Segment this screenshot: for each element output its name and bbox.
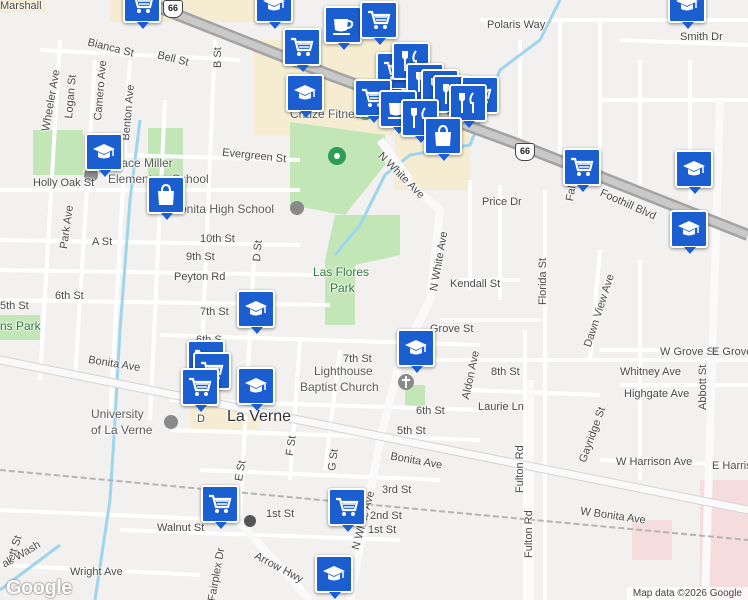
street-label: W Grove St [660,346,717,358]
street-label: Abbott St [697,364,709,410]
school-marker[interactable] [286,74,324,118]
school-marker[interactable] [675,150,713,194]
street-label: Laurie Ln [478,401,524,413]
park-marker-dot [334,153,340,159]
street-label: Highgate Ave [624,388,690,400]
street-label: Fulton Rd [523,510,535,558]
street-label: Walnut St [157,522,205,534]
street-label: Fulton Rd [514,445,526,493]
university-poi-icon[interactable] [164,415,178,429]
place-label-bonita-high-school[interactable]: Bonita High School [172,203,274,216]
shopping-cart-marker[interactable] [328,488,366,532]
school-poi-icon[interactable] [290,201,304,215]
street-label: Wright Ave [70,566,123,578]
school-marker[interactable] [315,555,353,599]
street-label: Holly Oak St [33,177,95,189]
street-label: 6th St [55,290,84,302]
street-label: F St [284,435,299,457]
google-logo[interactable]: Google [6,577,72,600]
train-station-icon[interactable] [244,515,256,527]
street-label: E Harris [712,460,748,472]
street-label: 8th St [491,366,520,378]
street-label: Whitney Ave [620,366,681,378]
street-label: W Harrison Ave [616,456,693,468]
street-label: 10th St [200,233,235,245]
street-label: 9th St [186,251,215,263]
street-label: E Grove [712,346,748,358]
school-marker[interactable] [397,329,435,373]
street-label: Polaris Way [487,19,546,31]
street-label: A St [92,236,113,248]
place-label-las-flores-park[interactable]: Las Flores [313,266,369,279]
street-label: 6th St [416,405,445,417]
street-label: 7th St [200,306,229,318]
street-label: Marshall [0,0,42,12]
place-label-university-line2[interactable]: of La Verne [91,424,152,437]
shopping-cart-marker[interactable] [201,485,239,529]
route-66-shield: 66 [163,0,183,18]
route-66-shield: 66 [515,143,535,161]
street-label: Peyton Rd [174,271,226,283]
school-marker[interactable] [670,210,708,254]
cafe-marker[interactable] [324,6,362,50]
place-label-lighthouse-line2[interactable]: Baptist Church [300,381,379,394]
school-marker[interactable] [255,0,293,29]
street-label: 2nd St [370,510,402,522]
place-label-las-flores-park-line2[interactable]: Park [330,282,355,295]
shopping-cart-marker[interactable] [181,368,219,412]
place-label-university[interactable]: University [91,408,144,421]
street-label: 3rd St [382,484,412,496]
street-label: Florida St [537,257,549,305]
street-label: Kendall St [450,278,501,290]
school-marker[interactable] [237,367,275,411]
shopping-cart-marker[interactable] [563,148,601,192]
street-label: Smith Dr [680,31,723,43]
school-marker[interactable] [668,0,706,29]
shopping-cart-marker[interactable] [360,1,398,45]
place-label-lighthouse[interactable]: Lighthouse [314,365,373,378]
shopping-bag-marker[interactable] [147,176,185,220]
shopping-cart-marker[interactable] [123,0,161,29]
city-label: La Verne [227,408,292,425]
street-label: D [197,413,205,425]
shopping-cart-marker[interactable] [283,28,321,72]
map-attribution[interactable]: Map data ©2026 Google [626,587,748,600]
map-canvas[interactable]: 66 66 Polaris Way Smith Dr Bianca St Bel… [0,0,748,600]
school-marker[interactable] [85,133,123,177]
street-label: 1st St [266,508,295,520]
shopping-bag-marker[interactable] [424,117,462,161]
street-label: D St [251,239,265,263]
street-label: 5th St [0,300,29,312]
street-label: 5th St [397,425,426,437]
school-marker[interactable] [237,290,275,334]
street-label: Grove St [430,323,474,335]
park-label: ns Park [0,319,41,333]
street-label: Price Dr [482,196,522,208]
street-label: B St [212,47,224,68]
street-label: 1st St [368,524,397,536]
